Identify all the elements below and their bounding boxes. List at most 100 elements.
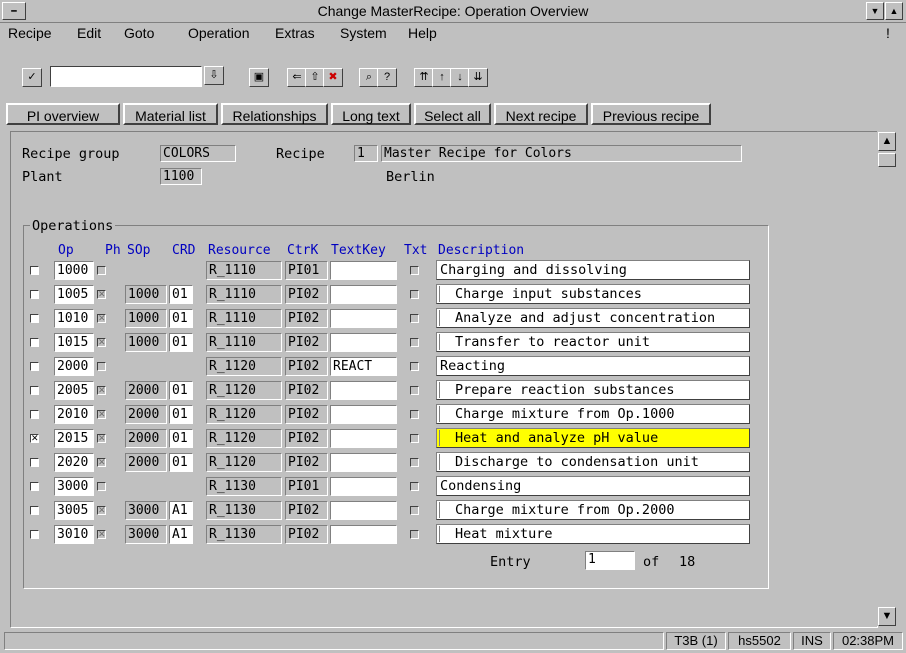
- sop-field[interactable]: 1000: [125, 333, 167, 352]
- op-field[interactable]: 1010: [54, 309, 94, 328]
- menu-goto[interactable]: Goto: [124, 25, 154, 41]
- resource-field[interactable]: R_1130: [206, 477, 282, 496]
- col-sop[interactable]: SOp: [127, 243, 150, 258]
- phase-checkbox[interactable]: ✕: [97, 506, 106, 515]
- crd-field[interactable]: 01: [169, 381, 193, 400]
- ctrk-field[interactable]: PI02: [285, 309, 328, 328]
- next-recipe-button[interactable]: Next recipe: [494, 103, 588, 125]
- resource-field[interactable]: R_1130: [206, 525, 282, 544]
- next-page-icon[interactable]: ↓: [450, 68, 470, 87]
- phase-checkbox[interactable]: ✕: [97, 434, 106, 443]
- col-ph[interactable]: Ph: [105, 243, 121, 258]
- back-icon[interactable]: ⇐: [287, 68, 307, 87]
- crd-field[interactable]: 01: [169, 453, 193, 472]
- entry-field[interactable]: 1: [585, 551, 635, 570]
- menu-recipe[interactable]: Recipe: [8, 25, 52, 41]
- cancel-icon[interactable]: ✖: [323, 68, 343, 87]
- textkey-field[interactable]: [330, 405, 397, 424]
- col-crd[interactable]: CRD: [172, 243, 195, 258]
- command-dropdown-icon[interactable]: ⇩: [204, 66, 224, 85]
- op-field[interactable]: 1015: [54, 333, 94, 352]
- row-select-checkbox[interactable]: [30, 314, 39, 323]
- resource-field[interactable]: R_1120: [206, 453, 282, 472]
- menu-operation[interactable]: Operation: [188, 25, 249, 41]
- menu-edit[interactable]: Edit: [77, 25, 101, 41]
- phase-checkbox[interactable]: ✕: [97, 458, 106, 467]
- sop-field[interactable]: 3000: [125, 525, 167, 544]
- resource-field[interactable]: R_1110: [206, 261, 282, 280]
- phase-checkbox[interactable]: ✕: [97, 386, 106, 395]
- textkey-field[interactable]: [330, 525, 397, 544]
- ctrk-field[interactable]: PI02: [285, 333, 328, 352]
- phase-checkbox[interactable]: [97, 362, 106, 371]
- textkey-field[interactable]: [330, 261, 397, 280]
- textkey-field[interactable]: [330, 501, 397, 520]
- op-field[interactable]: 2020: [54, 453, 94, 472]
- col-txt[interactable]: Txt: [404, 243, 427, 258]
- op-field[interactable]: 2010: [54, 405, 94, 424]
- row-select-checkbox[interactable]: ✕: [30, 434, 39, 443]
- ctrk-field[interactable]: PI02: [285, 429, 328, 448]
- sop-field[interactable]: 2000: [125, 453, 167, 472]
- sop-field[interactable]: 2000: [125, 381, 167, 400]
- menu-extras[interactable]: Extras: [275, 25, 315, 41]
- previous-recipe-button[interactable]: Previous recipe: [591, 103, 711, 125]
- textkey-field[interactable]: REACT: [330, 357, 397, 376]
- col-description[interactable]: Description: [438, 243, 524, 258]
- resource-field[interactable]: R_1110: [206, 309, 282, 328]
- pi-overview-button[interactable]: PI overview: [6, 103, 120, 125]
- sop-field[interactable]: 1000: [125, 309, 167, 328]
- op-field[interactable]: 3000: [54, 477, 94, 496]
- row-select-checkbox[interactable]: [30, 482, 39, 491]
- resource-field[interactable]: R_1120: [206, 405, 282, 424]
- vertical-scrollbar[interactable]: ▲ ▼: [877, 131, 897, 626]
- phase-checkbox[interactable]: ✕: [97, 338, 106, 347]
- phase-checkbox[interactable]: [97, 266, 106, 275]
- scroll-up-icon[interactable]: ▲: [878, 132, 896, 151]
- row-select-checkbox[interactable]: [30, 530, 39, 539]
- row-select-checkbox[interactable]: [30, 266, 39, 275]
- row-select-checkbox[interactable]: [30, 506, 39, 515]
- phase-checkbox[interactable]: ✕: [97, 290, 106, 299]
- ctrk-field[interactable]: PI02: [285, 357, 328, 376]
- op-field[interactable]: 2005: [54, 381, 94, 400]
- description-field[interactable]: Heat and analyze pH value: [436, 428, 750, 448]
- phase-checkbox[interactable]: ✕: [97, 314, 106, 323]
- description-field[interactable]: Heat mixture: [436, 524, 750, 544]
- recipe-description-field[interactable]: Master Recipe for Colors: [381, 145, 742, 162]
- row-select-checkbox[interactable]: [30, 338, 39, 347]
- textkey-field[interactable]: [330, 429, 397, 448]
- textkey-field[interactable]: [330, 477, 397, 496]
- resource-field[interactable]: R_1120: [206, 357, 282, 376]
- description-field[interactable]: Discharge to condensation unit: [436, 452, 750, 472]
- col-resource[interactable]: Resource: [208, 243, 271, 258]
- description-field[interactable]: Condensing: [436, 476, 750, 496]
- description-field[interactable]: Reacting: [436, 356, 750, 376]
- crd-field[interactable]: 01: [169, 429, 193, 448]
- resource-field[interactable]: R_1120: [206, 381, 282, 400]
- menu-help[interactable]: Help: [408, 25, 437, 41]
- save-icon[interactable]: ▣: [249, 68, 269, 87]
- ctrk-field[interactable]: PI02: [285, 405, 328, 424]
- ctrk-field[interactable]: PI02: [285, 525, 328, 544]
- sop-field[interactable]: 3000: [125, 501, 167, 520]
- textkey-field[interactable]: [330, 453, 397, 472]
- command-field[interactable]: [50, 66, 202, 87]
- row-select-checkbox[interactable]: [30, 386, 39, 395]
- resource-field[interactable]: R_1110: [206, 285, 282, 304]
- phase-checkbox[interactable]: [97, 482, 106, 491]
- maximize-icon[interactable]: ▲: [885, 2, 903, 20]
- row-select-checkbox[interactable]: [30, 362, 39, 371]
- description-field[interactable]: Charge mixture from Op.1000: [436, 404, 750, 424]
- relationships-button[interactable]: Relationships: [221, 103, 328, 125]
- row-select-checkbox[interactable]: [30, 458, 39, 467]
- ctrk-field[interactable]: PI02: [285, 453, 328, 472]
- long-text-button[interactable]: Long text: [331, 103, 411, 125]
- menu-system[interactable]: System: [340, 25, 387, 41]
- phase-checkbox[interactable]: ✕: [97, 530, 106, 539]
- scroll-down-icon[interactable]: ▼: [878, 607, 896, 626]
- description-field[interactable]: Charging and dissolving: [436, 260, 750, 280]
- last-page-icon[interactable]: ⇊: [468, 68, 488, 87]
- ctrk-field[interactable]: PI01: [285, 261, 328, 280]
- crd-field[interactable]: A1: [169, 501, 193, 520]
